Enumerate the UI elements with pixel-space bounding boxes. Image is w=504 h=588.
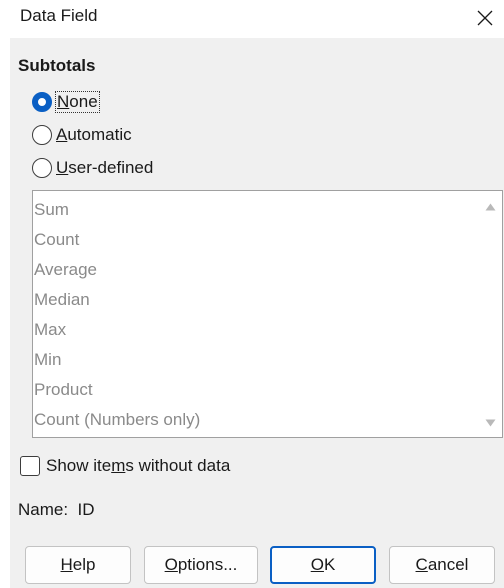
button-bar: Help Options... OK Cancel (10, 546, 504, 586)
radio-user-defined-label: User-defined (56, 158, 154, 177)
functions-listbox[interactable]: Sum Count Average Median Max Min Product… (32, 190, 503, 438)
scroll-down-arrow-icon[interactable] (485, 419, 496, 427)
cancel-button[interactable]: Cancel (389, 546, 495, 584)
dialog-body: Subtotals None Automatic User-defined Su… (10, 38, 504, 588)
radio-automatic[interactable]: Automatic (32, 122, 132, 148)
radio-none[interactable]: None (32, 89, 100, 115)
list-scrollbar[interactable] (480, 191, 502, 437)
list-item[interactable]: Min (33, 345, 479, 375)
list-item[interactable]: Sum (33, 195, 479, 225)
radio-none-label: None (55, 91, 100, 113)
checkbox-unchecked-icon[interactable] (20, 456, 40, 476)
close-button[interactable] (464, 0, 504, 36)
list-item[interactable]: Product (33, 375, 479, 405)
help-button[interactable]: Help (25, 546, 131, 584)
show-items-label: Show items without data (46, 456, 231, 475)
dialog-title: Data Field (20, 6, 98, 25)
list-item[interactable]: Average (33, 255, 479, 285)
close-icon (477, 10, 493, 26)
functions-list: Sum Count Average Median Max Min Product… (33, 195, 479, 435)
list-item[interactable]: Median (33, 285, 479, 315)
list-item[interactable]: Count (33, 225, 479, 255)
show-items-without-data[interactable]: Show items without data (20, 456, 230, 476)
list-item[interactable]: Count (Numbers only) (33, 405, 479, 435)
radio-unchecked-icon (32, 158, 52, 178)
radio-checked-icon (32, 92, 52, 112)
field-name-label: Name: ID (18, 500, 95, 519)
subtotals-heading: Subtotals (18, 56, 96, 75)
title-bar: Data Field (0, 0, 504, 36)
list-item[interactable]: Max (33, 315, 479, 345)
scroll-up-arrow-icon[interactable] (485, 203, 496, 211)
ok-button[interactable]: OK (270, 546, 376, 584)
radio-user-defined[interactable]: User-defined (32, 155, 153, 181)
radio-automatic-label: Automatic (56, 125, 132, 144)
radio-unchecked-icon (32, 125, 52, 145)
options-button[interactable]: Options... (144, 546, 258, 584)
